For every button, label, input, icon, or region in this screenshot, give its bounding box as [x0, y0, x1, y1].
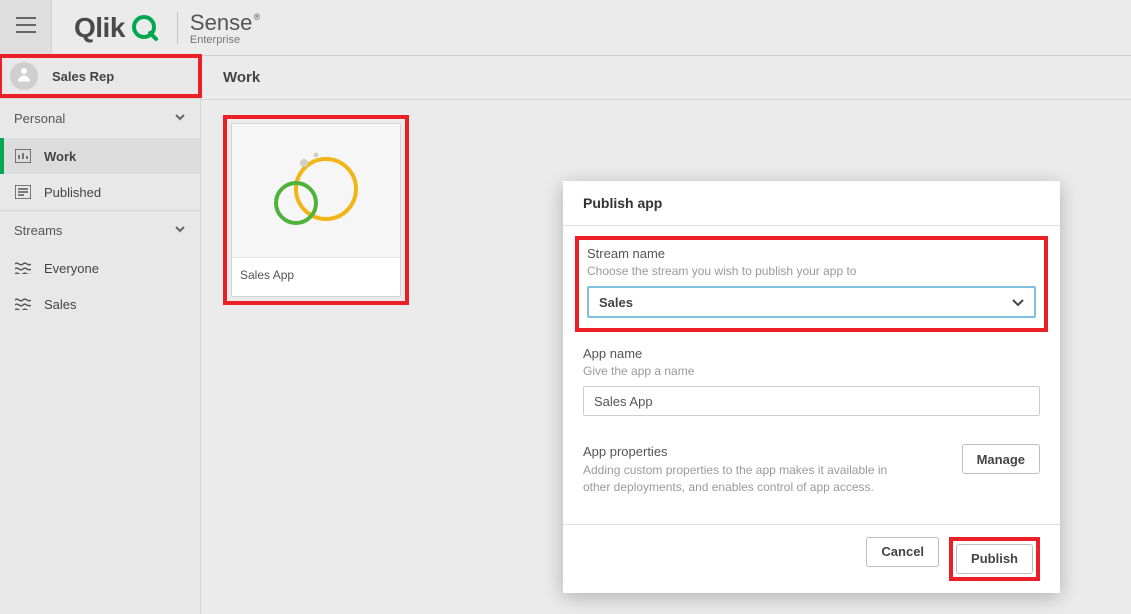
hamburger-icon	[16, 17, 36, 38]
stream-icon	[14, 298, 32, 310]
stream-name-label: Stream name	[587, 246, 1036, 261]
user-row[interactable]: Sales Rep	[0, 54, 202, 98]
sidebar-item-sales[interactable]: Sales	[0, 286, 200, 322]
app-properties-label: App properties	[583, 444, 903, 459]
person-icon	[15, 65, 33, 88]
app-name-label: App name	[583, 346, 1040, 361]
page-title-row: Work	[201, 56, 1131, 100]
brand-logo-icon	[129, 13, 159, 43]
section-personal[interactable]: Personal	[0, 98, 200, 138]
chevron-down-icon	[174, 223, 186, 238]
dialog-title: Publish app	[563, 181, 1060, 226]
app-properties-help: Adding custom properties to the app make…	[583, 462, 903, 496]
sidebar-item-label: Work	[44, 149, 76, 164]
product: Sense® Enterprise	[190, 10, 252, 46]
chevron-down-icon	[1012, 295, 1024, 310]
stream-icon	[14, 262, 32, 274]
highlight-stream-field: Stream name Choose the stream you wish t…	[575, 236, 1048, 332]
sidebar-item-published[interactable]: Published	[0, 174, 200, 210]
product-name: Sense	[190, 10, 252, 35]
stream-name-help: Choose the stream you wish to publish yo…	[587, 264, 1036, 278]
publish-dialog: Publish app Stream name Choose the strea…	[563, 181, 1060, 593]
manage-button[interactable]: Manage	[962, 444, 1040, 474]
app-card[interactable]: Sales App	[231, 123, 401, 297]
cancel-button[interactable]: Cancel	[866, 537, 939, 567]
user-name: Sales Rep	[52, 69, 114, 84]
app-name-input[interactable]	[583, 386, 1040, 416]
sidebar-item-work[interactable]: Work	[0, 138, 200, 174]
section-streams[interactable]: Streams	[0, 210, 200, 250]
menu-button[interactable]	[0, 0, 52, 56]
published-icon	[14, 185, 32, 199]
section-label: Personal	[14, 111, 65, 126]
sidebar-item-label: Sales	[44, 297, 77, 312]
stream-select[interactable]: Sales	[587, 286, 1036, 318]
chevron-down-icon	[174, 111, 186, 126]
brand-name: Qlik	[74, 12, 125, 44]
page-title: Work	[223, 69, 260, 86]
highlight-app-card: Sales App	[223, 115, 409, 305]
highlight-publish-button: Publish	[949, 537, 1040, 581]
dashboard-icon	[14, 149, 32, 163]
app-name-help: Give the app a name	[583, 364, 1040, 378]
publish-button[interactable]: Publish	[956, 544, 1033, 574]
avatar	[10, 62, 38, 90]
brand: Qlik	[74, 12, 159, 44]
sidebar-item-everyone[interactable]: Everyone	[0, 250, 200, 286]
main: Work Sales App Pub	[201, 56, 1131, 614]
app-card-name: Sales App	[232, 258, 400, 296]
app-card-thumbnail	[232, 124, 400, 258]
stream-select-value: Sales	[599, 295, 633, 310]
sidebar-item-label: Published	[44, 185, 101, 200]
sidebar-item-label: Everyone	[44, 261, 99, 276]
sidebar: Sales Rep Personal Work Published Stream…	[0, 56, 201, 614]
section-label: Streams	[14, 223, 62, 238]
divider	[177, 12, 178, 44]
